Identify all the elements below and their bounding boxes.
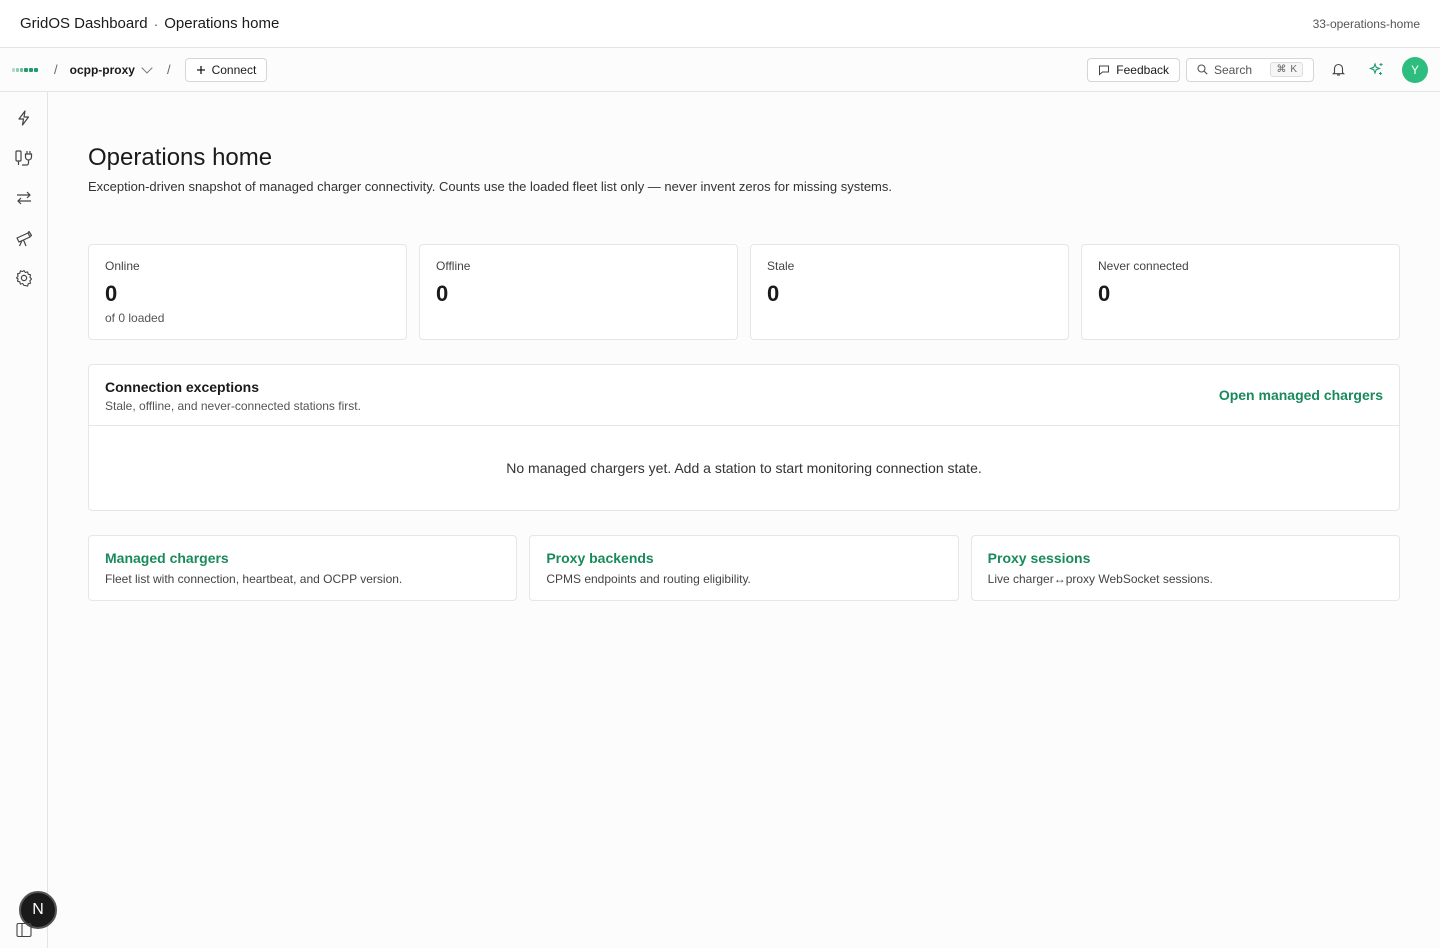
page-description: Exception-driven snapshot of managed cha… bbox=[88, 179, 892, 194]
quick-links: Managed chargers Fleet list with connect… bbox=[88, 535, 1400, 601]
open-managed-chargers-link[interactable]: Open managed chargers bbox=[1219, 387, 1383, 403]
link-card-description: CPMS endpoints and routing eligibility. bbox=[546, 572, 751, 586]
stat-label: Never connected bbox=[1098, 259, 1189, 273]
connect-button-label: Connect bbox=[211, 62, 257, 77]
window-titlebar: GridOS Dashboard · Operations home 33-op… bbox=[0, 0, 1440, 48]
project-name: ocpp-proxy bbox=[69, 62, 135, 77]
link-card-proxy-sessions[interactable]: Proxy sessions Live charger↔proxy WebSoc… bbox=[970, 535, 1400, 601]
panel-header: Connection exceptions Stale, offline, an… bbox=[89, 365, 1399, 426]
search-icon bbox=[1197, 64, 1208, 75]
project-selector[interactable]: ocpp-proxy bbox=[69, 61, 153, 77]
stat-value: 0 bbox=[105, 281, 118, 306]
brand-logo[interactable] bbox=[12, 67, 38, 72]
link-card-title[interactable]: Proxy backends bbox=[546, 550, 941, 566]
stat-value: 0 bbox=[1098, 281, 1111, 306]
chevron-down-icon bbox=[141, 61, 153, 74]
search-button-label: Search bbox=[1214, 62, 1253, 77]
shortcut-key: K bbox=[1290, 64, 1297, 75]
sidebar-item-sessions[interactable] bbox=[14, 228, 34, 248]
stat-card-stale: Stale 0 bbox=[750, 244, 1069, 340]
gear-icon bbox=[15, 269, 33, 287]
link-card-managed-chargers[interactable]: Managed chargers Fleet list with connect… bbox=[88, 535, 518, 601]
sidebar: N bbox=[0, 92, 57, 948]
shortcut-modifier: ⌘ bbox=[1276, 64, 1287, 75]
breadcrumb-separator: / bbox=[166, 62, 171, 77]
search-shortcut: ⌘ K bbox=[1270, 62, 1303, 77]
toolbar-right: Feedback Search ⌘ K Y bbox=[1087, 56, 1428, 84]
notifications-button[interactable] bbox=[1324, 56, 1352, 84]
plus-icon bbox=[196, 65, 205, 74]
telescope-icon bbox=[16, 230, 33, 247]
stat-value: 0 bbox=[436, 281, 449, 306]
stat-value: 0 bbox=[767, 281, 780, 306]
link-card-description: Live charger↔proxy WebSocket sessions. bbox=[987, 572, 1213, 586]
user-avatar[interactable]: Y bbox=[1402, 56, 1428, 83]
arrows-icon bbox=[17, 191, 31, 205]
sidebar-item-chargers[interactable] bbox=[14, 148, 34, 168]
link-card-title[interactable]: Proxy sessions bbox=[988, 550, 1383, 566]
stat-label: Offline bbox=[436, 259, 471, 273]
stat-label: Online bbox=[105, 259, 140, 273]
sidebar-item-operations[interactable] bbox=[14, 108, 34, 128]
stat-card-offline: Offline 0 bbox=[419, 244, 738, 340]
page-title: Operations home bbox=[88, 144, 273, 171]
panel-subtitle: Stale, offline, and never-connected stat… bbox=[105, 399, 361, 413]
link-card-description: Fleet list with connection, heartbeat, a… bbox=[105, 572, 403, 586]
stat-card-online: Online 0 of 0 loaded bbox=[88, 244, 407, 340]
link-card-title[interactable]: Managed chargers bbox=[105, 550, 500, 566]
route-label: 33-operations-home bbox=[1312, 16, 1420, 31]
top-nav: / ocpp-proxy / Connect Feedback Search ⌘… bbox=[0, 48, 1440, 92]
stat-subtext: of 0 loaded bbox=[105, 311, 165, 325]
search-button[interactable]: Search ⌘ K bbox=[1186, 57, 1314, 82]
stat-label: Stale bbox=[767, 259, 795, 273]
panel-title: Connection exceptions bbox=[105, 379, 260, 395]
connect-button[interactable]: Connect bbox=[184, 57, 268, 82]
toggle-sidebar-button[interactable] bbox=[16, 922, 32, 943]
window-page-name: Operations home bbox=[164, 15, 280, 32]
empty-state-message: No managed chargers yet. Add a station t… bbox=[506, 460, 982, 476]
plug-icon bbox=[15, 150, 33, 166]
feedback-button[interactable]: Feedback bbox=[1087, 57, 1180, 82]
bell-icon bbox=[1331, 63, 1345, 76]
app-name: GridOS Dashboard bbox=[20, 15, 148, 32]
bolt-icon bbox=[18, 110, 30, 126]
ai-assistant-button[interactable] bbox=[1362, 56, 1390, 84]
stat-card-never-connected: Never connected 0 bbox=[1081, 244, 1400, 340]
sidebar-panel-icon bbox=[16, 922, 32, 938]
title-separator: · bbox=[153, 15, 159, 32]
message-icon bbox=[1099, 65, 1110, 76]
connection-exceptions-panel: Connection exceptions Stale, offline, an… bbox=[88, 364, 1400, 511]
sidebar-item-backends[interactable] bbox=[14, 188, 34, 208]
link-card-proxy-backends[interactable]: Proxy backends CPMS endpoints and routin… bbox=[529, 535, 959, 601]
feedback-button-label: Feedback bbox=[1116, 62, 1169, 77]
sparkles-icon bbox=[1368, 62, 1382, 75]
stat-cards: Online 0 of 0 loaded Offline 0 Stale 0 N… bbox=[88, 244, 1400, 340]
breadcrumb-separator: / bbox=[54, 62, 58, 77]
sidebar-item-settings[interactable] bbox=[14, 268, 34, 288]
